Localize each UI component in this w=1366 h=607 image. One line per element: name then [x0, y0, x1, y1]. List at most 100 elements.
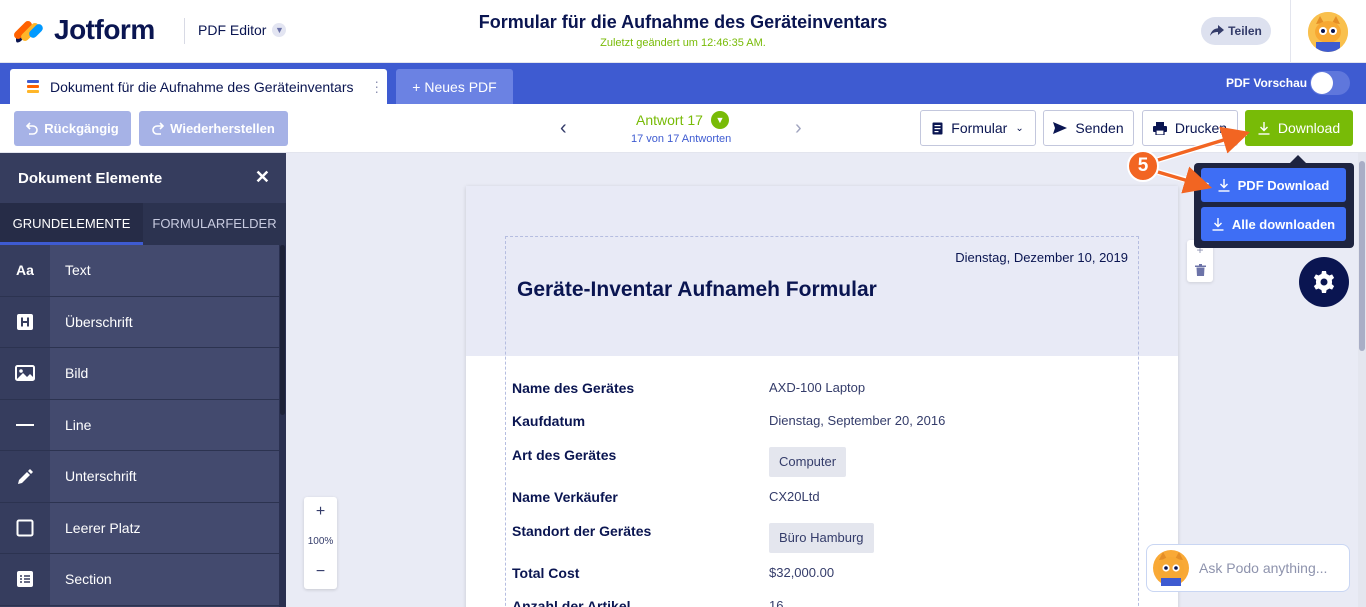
- signature-icon: [0, 451, 50, 502]
- sidebar-item-section[interactable]: Section: [0, 554, 279, 606]
- header-divider-right: [1290, 0, 1291, 63]
- pdf-preview-label: PDF Vorschau: [1226, 76, 1308, 90]
- download-label: Download: [1277, 120, 1341, 136]
- download-dropdown: PDF Download Alle downloaden: [1194, 163, 1354, 248]
- line-icon: [0, 399, 50, 450]
- sidebar-item-label: Text: [65, 262, 91, 279]
- field-label: Name des Gerätes: [512, 380, 635, 396]
- redo-icon: [152, 121, 165, 135]
- document-icon: [26, 77, 40, 96]
- next-answer-chevron-icon[interactable]: ›: [795, 117, 802, 140]
- zoom-control: + 100% −: [304, 497, 337, 589]
- undo-icon: [26, 121, 39, 135]
- field-value: $32,000.00: [769, 565, 835, 580]
- sidebar-item-label: Überschrift: [65, 313, 133, 330]
- form-button[interactable]: Formular ⌄: [920, 110, 1036, 146]
- field-value: CX20Ltd: [769, 489, 820, 504]
- answer-count: 17 von 17 Antworten: [631, 133, 732, 145]
- panel-title: Dokument Elemente: [18, 169, 163, 187]
- sidebar-item-label: Bild: [65, 365, 89, 382]
- field-value: 16: [769, 598, 784, 607]
- podo-placeholder: Ask Podo anything...: [1199, 560, 1328, 576]
- undo-button[interactable]: Rückgängig: [14, 111, 131, 146]
- field-label: Name Verkäufer: [512, 489, 618, 505]
- chevron-down-icon: ▼: [710, 111, 729, 129]
- document-date[interactable]: Dienstag, Dezember 10, 2019: [955, 250, 1128, 265]
- field-label: Anzahl der Artikel: [512, 598, 631, 607]
- canvas-scrollbar[interactable]: [1358, 153, 1366, 607]
- download-icon: [1258, 121, 1270, 135]
- send-button[interactable]: Senden: [1043, 110, 1134, 146]
- form-icon: [932, 122, 943, 134]
- field-value: AXD-100 Laptop: [769, 380, 866, 395]
- answer-label: Antwort 17: [636, 112, 703, 128]
- toggle-knob: [1311, 72, 1333, 94]
- pdf-page[interactable]: Dienstag, Dezember 10, 2019 Geräte-Inven…: [466, 186, 1178, 607]
- tab-document[interactable]: Dokument für die Aufnahme des Geräteinve…: [10, 69, 387, 104]
- user-avatar[interactable]: [1308, 12, 1348, 52]
- app-header: Jotform PDF Editor ▼ Formular für die Au…: [0, 0, 1366, 63]
- form-label: Formular: [951, 120, 1008, 136]
- sidebar-item-blank-space[interactable]: Leerer Platz: [0, 502, 279, 554]
- save-status: Zuletzt geändert um 12:46:35 AM.: [600, 37, 766, 49]
- dropdown-caret: [1290, 155, 1306, 163]
- redo-button[interactable]: Wiederherstellen: [139, 111, 288, 146]
- sidebar-item-label: Section: [65, 571, 112, 588]
- avatar-icon: [1308, 12, 1348, 52]
- field-label: Art des Gerätes: [512, 447, 617, 463]
- field-label: Kaufdatum: [512, 413, 586, 429]
- sidebar-item-signature[interactable]: Unterschrift: [0, 451, 279, 503]
- zoom-out-button[interactable]: −: [304, 557, 337, 587]
- field-label: Standort der Gerätes: [512, 523, 652, 539]
- trash-icon[interactable]: [1187, 260, 1213, 280]
- pdf-preview-toggle[interactable]: [1310, 71, 1350, 95]
- blank-space-icon: [0, 502, 50, 553]
- image-icon: [0, 348, 50, 399]
- gear-icon: [1313, 271, 1335, 293]
- send-icon: [1053, 122, 1068, 134]
- field-value-chip: Computer: [769, 447, 847, 477]
- more-options-icon[interactable]: · · ·: [374, 74, 379, 98]
- field-value-chip: Büro Hamburg: [769, 523, 874, 553]
- download-icon: [1212, 217, 1224, 231]
- print-button[interactable]: Drucken: [1142, 110, 1238, 146]
- scrollbar-thumb[interactable]: [1359, 161, 1365, 351]
- pdf-download-option[interactable]: PDF Download: [1201, 168, 1346, 202]
- share-button[interactable]: Teilen: [1201, 17, 1271, 45]
- document-tab-bar: Dokument für die Aufnahme des Geräteinve…: [0, 63, 1366, 104]
- scrollbar-thumb[interactable]: [280, 245, 285, 415]
- settings-button[interactable]: [1299, 257, 1349, 307]
- document-title[interactable]: Formular für die Aufnahme des Geräteinve…: [0, 12, 1366, 33]
- podo-avatar-icon: [1153, 550, 1189, 586]
- field-label: Total Cost: [512, 565, 580, 581]
- text-icon: Aa: [0, 245, 50, 296]
- new-pdf-button[interactable]: + Neues PDF: [396, 69, 513, 104]
- document-heading[interactable]: Geräte-Inventar Aufnameh Formular: [517, 278, 877, 302]
- tab-form-fields[interactable]: FORMULARFELDER: [143, 203, 286, 245]
- sidebar-item-line[interactable]: Line: [0, 399, 279, 451]
- zoom-in-button[interactable]: +: [304, 497, 337, 527]
- download-all-label: Alle downloaden: [1231, 216, 1336, 232]
- sidebar-scrollbar[interactable]: [279, 245, 286, 607]
- print-label: Drucken: [1174, 120, 1228, 136]
- download-icon: [1218, 178, 1230, 192]
- sidebar-item-image[interactable]: Bild: [0, 348, 279, 400]
- previous-answer-chevron-icon[interactable]: ‹: [560, 117, 567, 140]
- section-icon: [0, 554, 50, 605]
- sidebar-item-text[interactable]: Aa Text: [0, 245, 279, 297]
- editor-toolbar: Rückgängig Wiederherstellen ‹ Antwort 17…: [0, 104, 1366, 153]
- download-button[interactable]: Download: [1245, 110, 1353, 146]
- undo-label: Rückgängig: [44, 121, 119, 136]
- answer-selector[interactable]: Antwort 17 ▼: [636, 111, 729, 129]
- tab-basic-elements[interactable]: GRUNDELEMENTE: [0, 203, 143, 245]
- sidebar-item-heading[interactable]: Überschrift: [0, 296, 279, 348]
- download-all-option[interactable]: Alle downloaden: [1201, 207, 1346, 241]
- send-label: Senden: [1075, 120, 1124, 136]
- tab-document-label: Dokument für die Aufnahme des Geräteinve…: [50, 78, 354, 95]
- podo-assistant-input[interactable]: Ask Podo anything...: [1146, 544, 1350, 592]
- print-icon: [1152, 121, 1167, 135]
- document-elements-panel: Dokument Elemente ✕ GRUNDELEMENTE FORMUL…: [0, 153, 286, 607]
- sidebar-item-label: Leerer Platz: [65, 519, 141, 536]
- close-icon[interactable]: ✕: [255, 167, 270, 188]
- pdf-download-label: PDF Download: [1237, 177, 1330, 193]
